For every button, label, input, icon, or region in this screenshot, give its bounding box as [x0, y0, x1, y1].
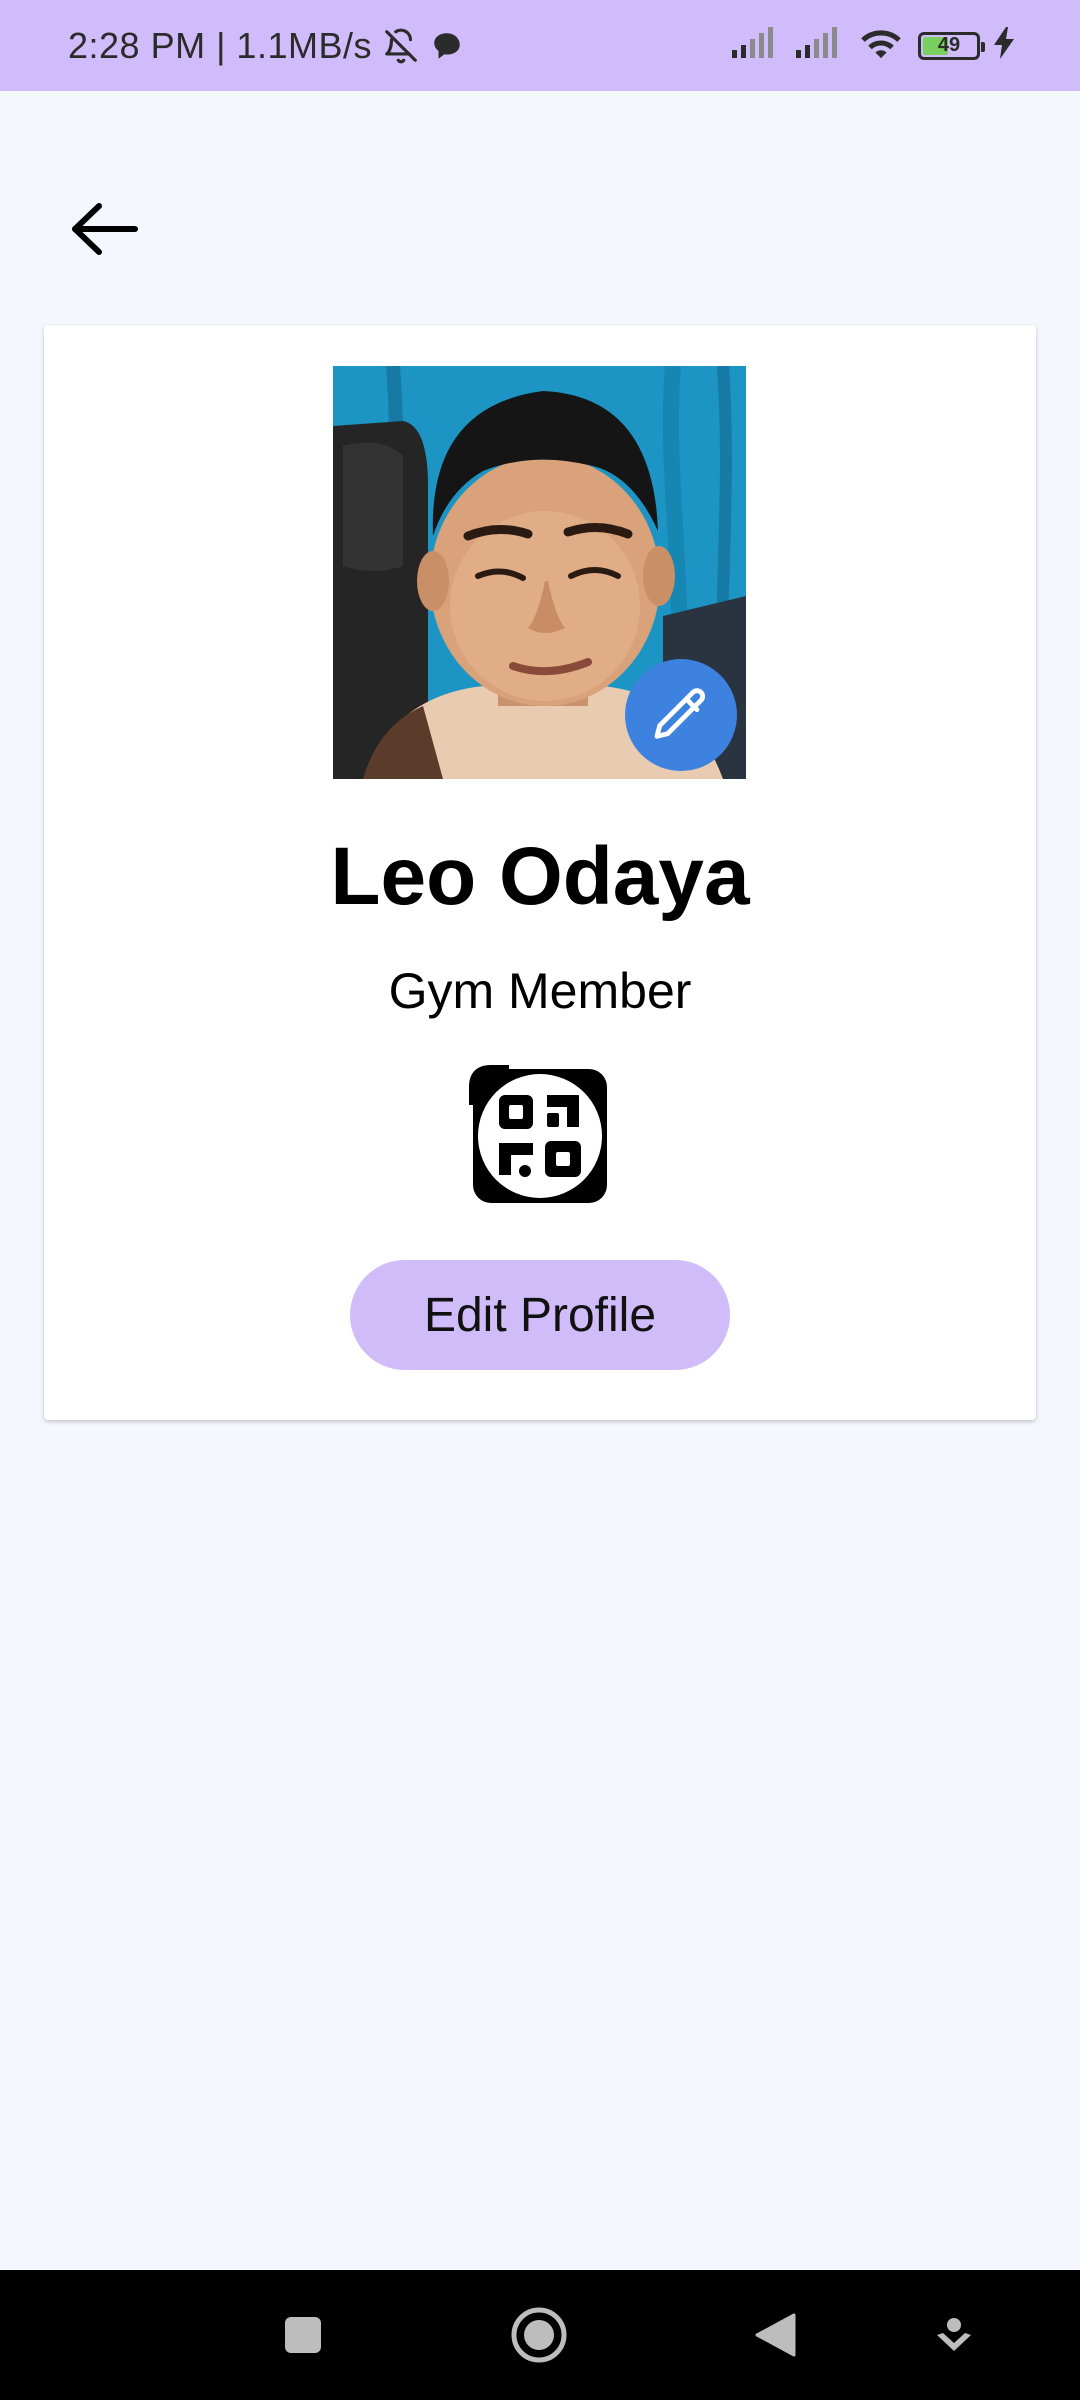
wifi-icon [858, 25, 904, 66]
battery-icon: 49 [918, 31, 985, 60]
recents-square-icon [285, 2317, 321, 2353]
status-right: 49 [730, 0, 1014, 91]
chat-bubble-icon [430, 29, 464, 63]
bell-off-icon [382, 27, 420, 65]
status-time-speed: 2:28 PM | 1.1MB/s [68, 24, 372, 66]
status-bar: 2:28 PM | 1.1MB/s 49 [0, 0, 1080, 91]
navigation-bar [0, 2270, 1080, 2400]
edit-profile-button[interactable]: Edit Profile [350, 1260, 730, 1370]
edit-photo-button[interactable] [625, 659, 737, 771]
back-nav-button[interactable] [725, 2270, 825, 2400]
recents-button[interactable] [253, 2270, 353, 2400]
signal-icon [794, 26, 844, 65]
profile-name: Leo Odaya [330, 831, 750, 922]
arrow-left-icon [72, 203, 138, 255]
qr-code-button[interactable] [469, 1065, 611, 1207]
home-circle-icon [511, 2307, 567, 2363]
back-button[interactable] [64, 196, 144, 262]
profile-role: Gym Member [388, 963, 692, 1019]
home-button[interactable] [489, 2270, 589, 2400]
status-left: 2:28 PM | 1.1MB/s [68, 0, 464, 91]
qr-code-icon [469, 1065, 607, 1203]
back-triangle-icon [755, 2313, 796, 2357]
assistant-icon [937, 2318, 971, 2351]
assistant-button[interactable] [904, 2270, 1004, 2400]
profile-card: Leo Odaya Gym Member Edit Profile [44, 325, 1036, 1420]
pencil-icon [654, 688, 706, 739]
charging-icon [994, 27, 1014, 64]
battery-level: 49 [937, 34, 961, 56]
profile-screen: 2:28 PM | 1.1MB/s 49 Leo Odaya Gym Membe… [0, 0, 1080, 2400]
signal-icon [730, 26, 780, 65]
